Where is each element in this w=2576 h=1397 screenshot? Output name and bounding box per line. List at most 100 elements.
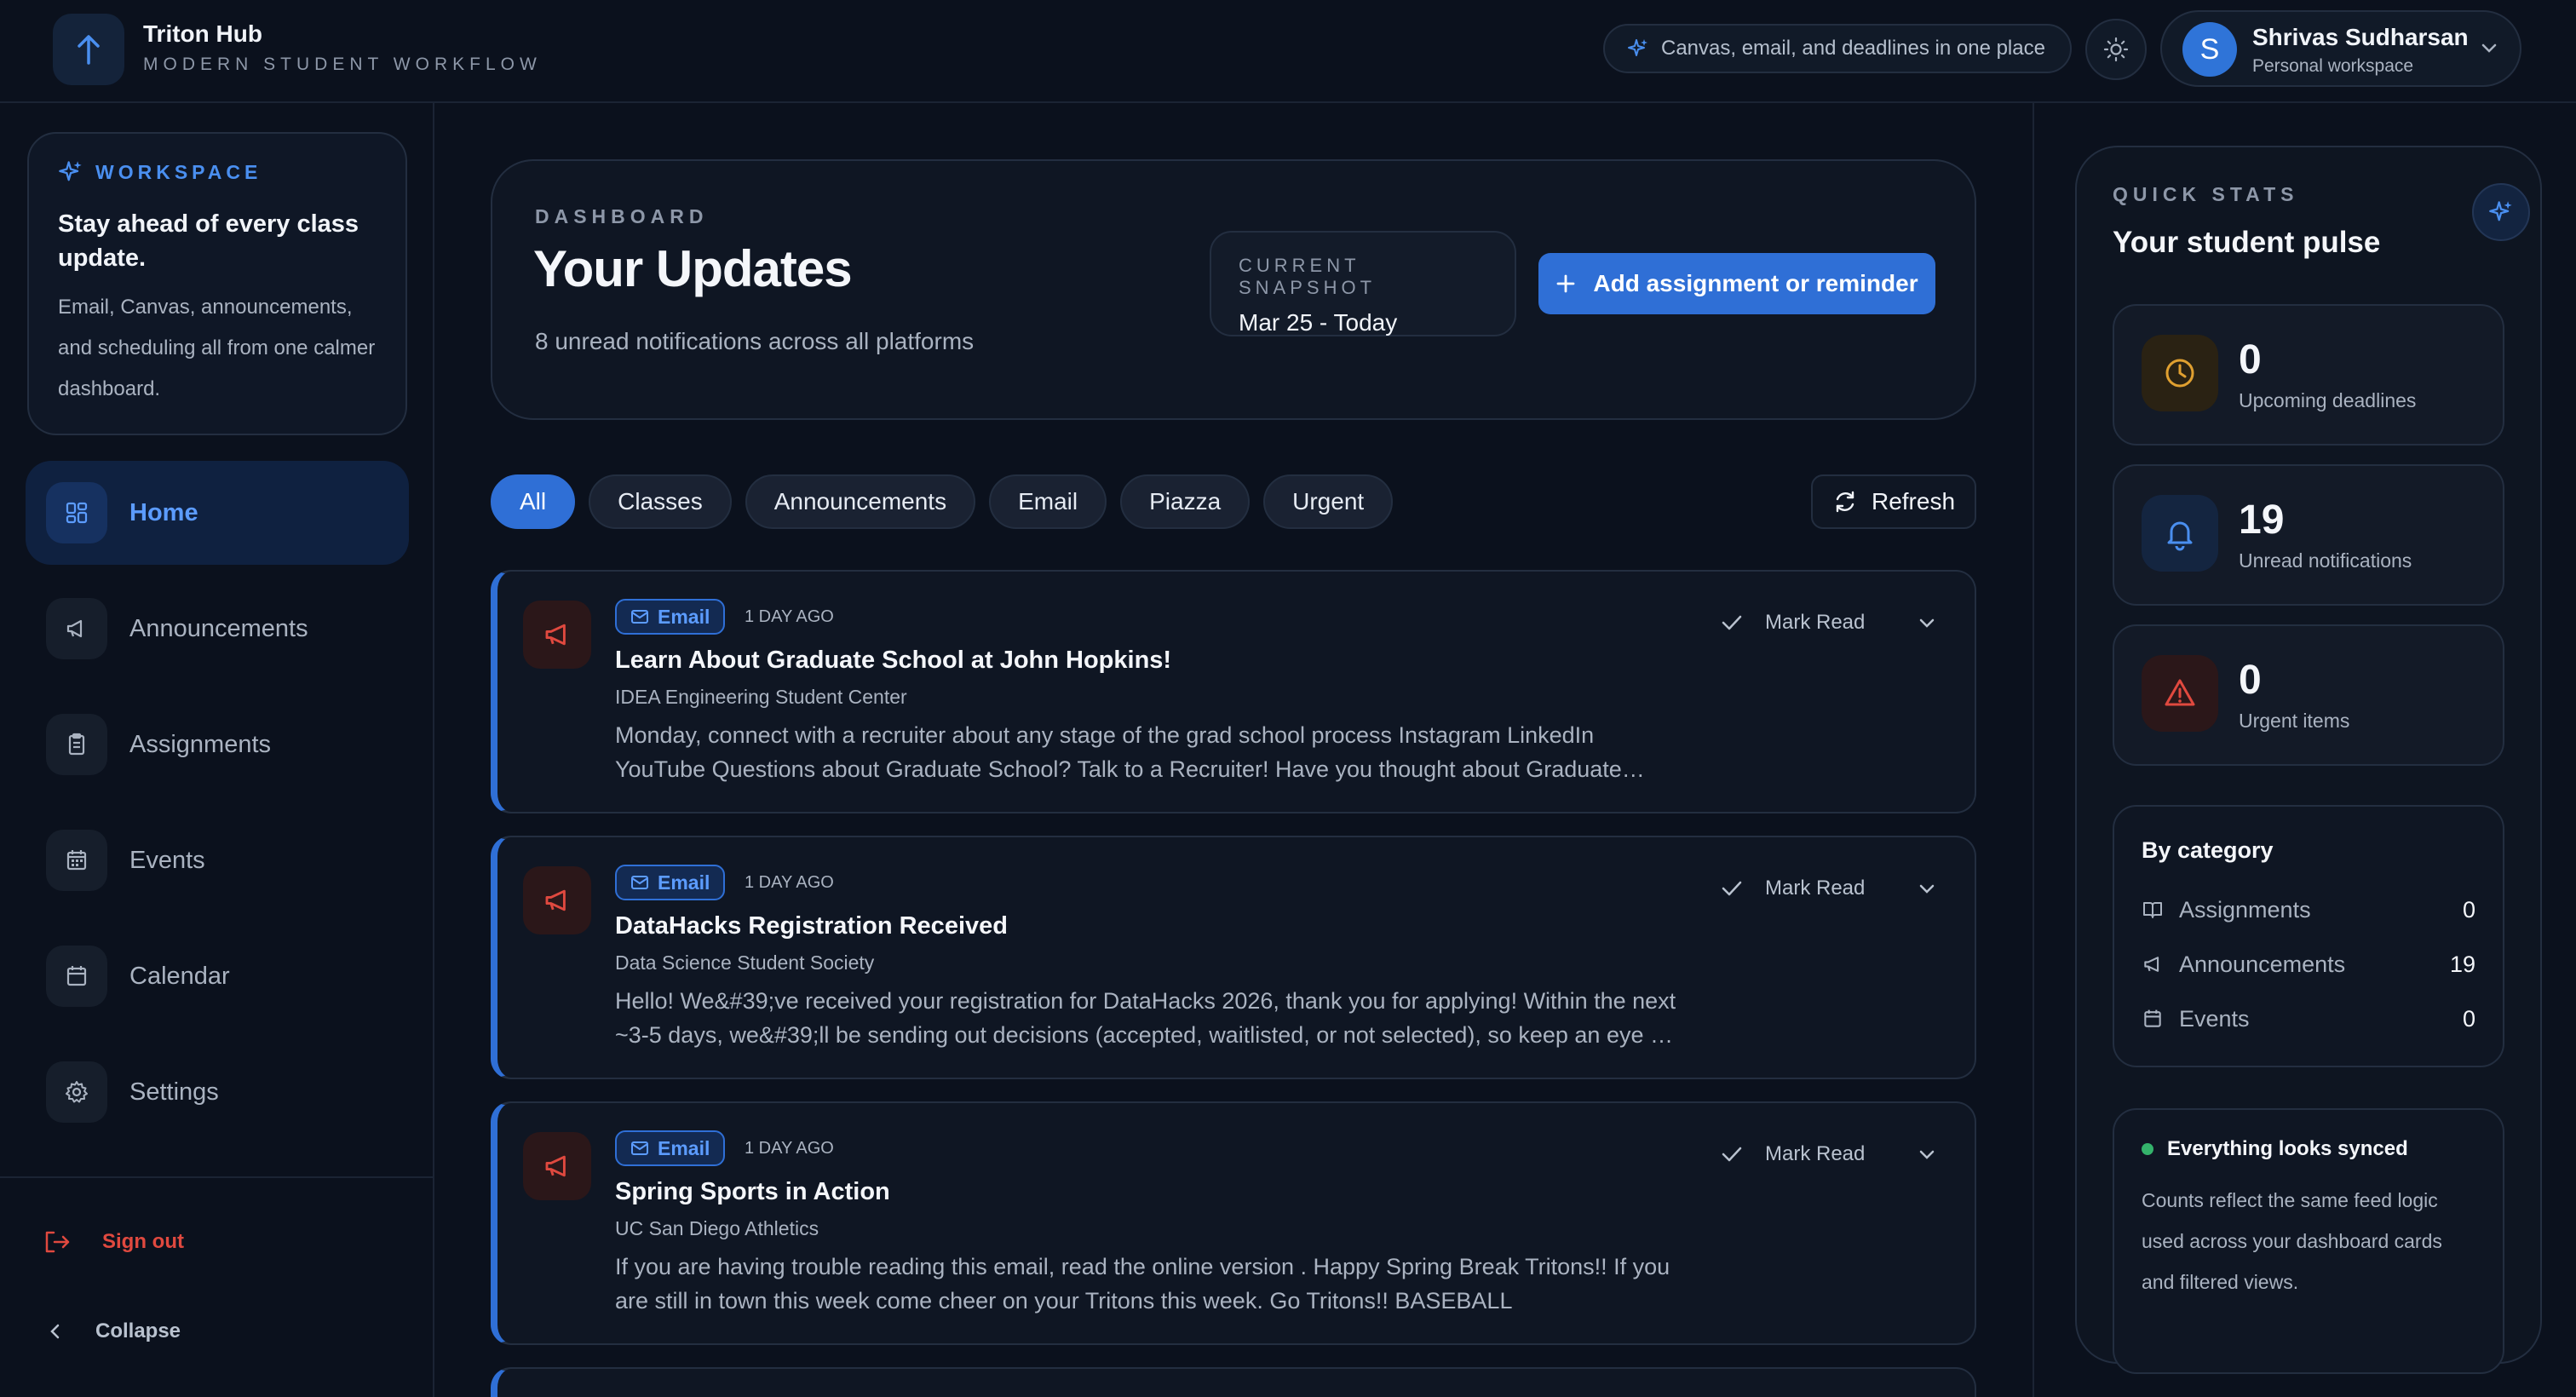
unread-summary: 8 unread notifications across all platfo… xyxy=(535,328,975,354)
check-icon xyxy=(1722,615,1742,630)
top-bar: Triton Hub MODERN STUDENT WORKFLOW Canva… xyxy=(0,0,2576,103)
filter-chip-all[interactable]: All xyxy=(491,474,576,529)
chevron-left-icon xyxy=(50,1324,60,1339)
category-name: Events xyxy=(2179,1005,2250,1032)
notification-card[interactable]: Email 1 DAY AGO DataHacks Registration R… xyxy=(491,836,1976,1079)
sidebar-item-label: Calendar xyxy=(129,962,230,990)
megaphone-icon xyxy=(66,619,83,638)
quick-stats-kicker: QUICK STATS xyxy=(2113,183,2299,205)
book-icon xyxy=(2143,902,2162,918)
dashboard-hero: DASHBOARD Your Updates 8 unread notifica… xyxy=(491,159,1976,420)
sidebar-item-calendar[interactable]: Calendar xyxy=(26,924,409,1028)
clipboard-icon xyxy=(68,733,85,756)
workspace-kicker: WORKSPACE xyxy=(95,160,262,183)
filter-chips: All Classes Announcements Email Piazza U… xyxy=(491,474,1394,529)
avatar: S xyxy=(2182,22,2237,77)
quick-stats-panel: QUICK STATS Your student pulse 0 Upcomin… xyxy=(2033,103,2576,1397)
calendar-icon xyxy=(66,966,87,986)
refresh-icon xyxy=(1836,491,1854,513)
category-name: Announcements xyxy=(2179,951,2346,977)
sidebar: WORKSPACE Stay ahead of every class upda… xyxy=(0,103,434,1397)
category-count: 19 xyxy=(2449,951,2475,977)
sidebar-item-events[interactable]: Events xyxy=(26,808,409,912)
notification-card[interactable]: Email 1 DAY AGO Spring Sports in Action … xyxy=(491,1101,1976,1345)
source-badge: Email xyxy=(615,865,726,900)
notification-feed: Email 1 DAY AGO Learn About Graduate Sch… xyxy=(491,570,1976,1397)
filter-chip-email[interactable]: Email xyxy=(989,474,1107,529)
stat-upcoming-deadlines: 0 Upcoming deadlines xyxy=(2113,304,2504,446)
sign-out-button[interactable]: Sign out xyxy=(43,1229,184,1255)
megaphone-icon xyxy=(545,1155,566,1177)
mark-read-button[interactable]: Mark Read xyxy=(1721,877,1865,900)
stat-label: Unread notifications xyxy=(2239,549,2412,572)
mark-read-label: Mark Read xyxy=(1765,877,1866,900)
source-badge: Email xyxy=(615,599,726,635)
sparkle-button[interactable] xyxy=(2472,183,2530,241)
sparkle-icon xyxy=(1628,39,1647,56)
tagline-text: Canvas, email, and deadlines in one plac… xyxy=(1661,37,2045,60)
category-row-announcements[interactable]: Announcements 19 xyxy=(2142,937,2475,992)
notification-preview: Monday, connect with a recruiter about a… xyxy=(615,722,1622,782)
app-name: Triton Hub xyxy=(143,20,262,47)
home-grid-icon xyxy=(66,502,88,524)
category-row-events[interactable]: Events 0 xyxy=(2142,992,2475,1046)
sidebar-item-home[interactable]: Home xyxy=(26,461,409,565)
notification-card[interactable] xyxy=(491,1367,1976,1397)
calendar-icon xyxy=(2144,1009,2161,1027)
collapse-button[interactable]: Collapse xyxy=(48,1319,181,1343)
megaphone-icon xyxy=(545,624,566,646)
workspace-title: Stay ahead of every class update. xyxy=(58,210,359,272)
stat-label: Upcoming deadlines xyxy=(2239,389,2417,411)
category-name: Assignments xyxy=(2179,896,2311,923)
current-snapshot: CURRENT SNAPSHOT Mar 25 - Today xyxy=(1210,231,1516,336)
notification-title: Learn About Graduate School at John Hopk… xyxy=(615,647,1172,674)
sidebar-item-settings[interactable]: Settings xyxy=(26,1040,409,1144)
chevron-down-icon[interactable] xyxy=(1917,616,1937,630)
refresh-button[interactable]: Refresh xyxy=(1811,474,1976,529)
theme-toggle-button[interactable] xyxy=(2085,19,2147,80)
stat-value: 0 xyxy=(2239,658,2262,703)
notification-card[interactable]: Email 1 DAY AGO Learn About Graduate Sch… xyxy=(491,570,1976,813)
sidebar-item-announcements[interactable]: Announcements xyxy=(26,577,409,681)
category-row-assignments[interactable]: Assignments 0 xyxy=(2142,882,2475,937)
filter-chip-urgent[interactable]: Urgent xyxy=(1263,474,1394,529)
chevron-down-icon[interactable] xyxy=(1917,882,1937,895)
mark-read-label: Mark Read xyxy=(1765,611,1866,634)
quick-stats-card: QUICK STATS Your student pulse 0 Upcomin… xyxy=(2075,146,2542,1374)
hero-kicker: DASHBOARD xyxy=(535,205,709,227)
calendar-grid-icon xyxy=(66,850,87,871)
main-content: DASHBOARD Your Updates 8 unread notifica… xyxy=(436,103,2031,1397)
sparkle-icon xyxy=(2489,201,2512,221)
category-count: 0 xyxy=(2462,896,2475,923)
timestamp: 1 DAY AGO xyxy=(745,607,834,626)
filter-chip-classes[interactable]: Classes xyxy=(589,474,732,529)
quick-stats-title: Your student pulse xyxy=(2113,226,2381,259)
workspace-description: Email, Canvas, announcements, and schedu… xyxy=(58,296,376,400)
snapshot-value: Mar 25 - Today xyxy=(1239,309,1398,336)
app-subtitle: MODERN STUDENT WORKFLOW xyxy=(143,55,542,74)
app-logo[interactable] xyxy=(53,14,124,85)
sidebar-item-label: Announcements xyxy=(129,614,308,642)
mark-read-button[interactable]: Mark Read xyxy=(1721,1142,1865,1166)
sun-icon xyxy=(2103,37,2129,62)
source-badge: Email xyxy=(615,1130,726,1166)
mark-read-button[interactable]: Mark Read xyxy=(1721,611,1865,635)
filter-chip-piazza[interactable]: Piazza xyxy=(1120,474,1251,529)
add-assignment-button[interactable]: Add assignment or reminder xyxy=(1538,253,1935,314)
timestamp: 1 DAY AGO xyxy=(745,1139,834,1158)
warning-icon xyxy=(2165,679,2195,706)
mail-icon xyxy=(631,610,648,624)
bell-icon xyxy=(2167,521,2193,551)
notification-preview: Hello! We&#39;ve received your registrat… xyxy=(615,988,1676,1048)
filter-chip-announcements[interactable]: Announcements xyxy=(745,474,976,529)
chevron-down-icon[interactable] xyxy=(1917,1147,1937,1161)
stat-value: 19 xyxy=(2239,497,2285,543)
user-menu[interactable]: S Shrivas Sudharsan Personal workspace xyxy=(2160,10,2521,87)
mail-icon xyxy=(631,1141,648,1155)
add-button-label: Add assignment or reminder xyxy=(1593,270,1918,296)
arrow-up-icon xyxy=(78,35,100,65)
check-icon xyxy=(1722,1147,1742,1162)
notification-title: DataHacks Registration Received xyxy=(615,912,1008,940)
badge-label: Email xyxy=(658,871,710,894)
sidebar-item-assignments[interactable]: Assignments xyxy=(26,693,409,796)
